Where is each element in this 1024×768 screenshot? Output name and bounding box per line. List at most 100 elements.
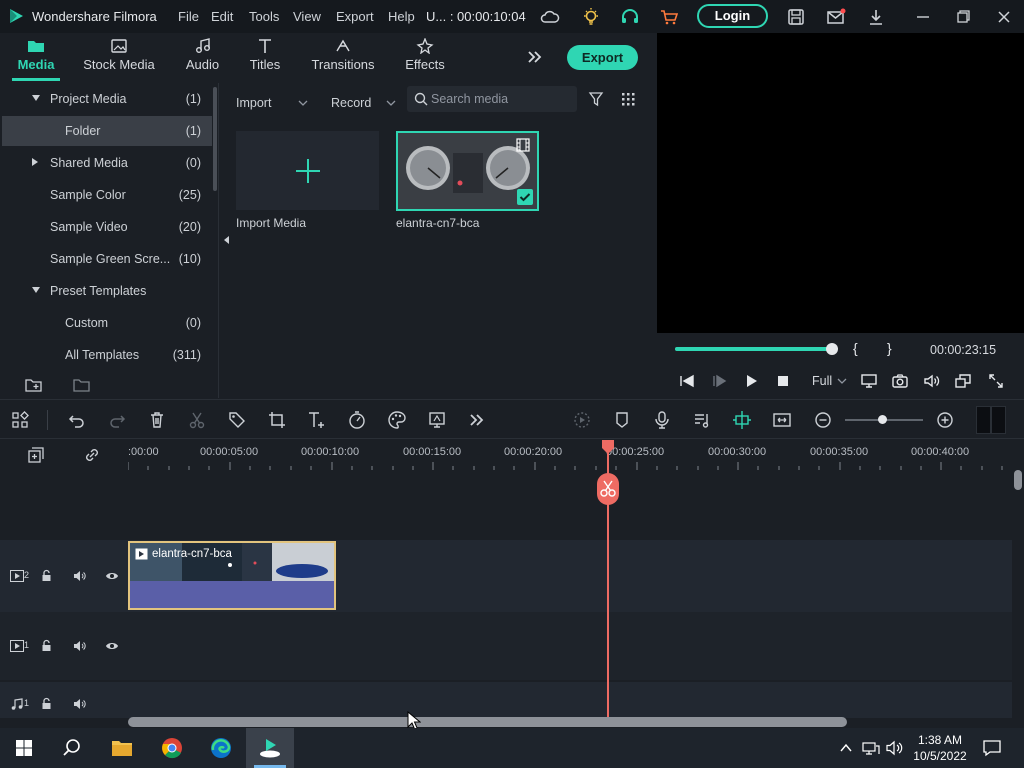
headset-icon[interactable] — [619, 6, 641, 28]
download-icon[interactable] — [865, 6, 887, 28]
microphone-icon[interactable] — [652, 410, 672, 430]
export-button[interactable]: Export — [567, 45, 638, 70]
lock-icon[interactable] — [41, 569, 53, 582]
taskbar-filmora-active[interactable] — [246, 728, 294, 768]
scissors-icon[interactable] — [187, 410, 207, 430]
more-tabs-icon[interactable] — [526, 48, 544, 66]
import-dropdown[interactable]: Import — [236, 90, 308, 116]
vertical-scrollbar[interactable] — [1014, 470, 1022, 490]
mail-icon[interactable] — [825, 6, 847, 28]
edge-icon[interactable] — [209, 736, 233, 760]
caret-down-icon[interactable] — [32, 287, 40, 293]
zoom-slider-track[interactable] — [845, 415, 923, 424]
cart-icon[interactable] — [658, 6, 680, 28]
tree-item-sample-video[interactable]: Sample Video (20) — [2, 212, 212, 242]
tree-item-all-templates[interactable]: All Templates (311) — [2, 340, 212, 370]
time-ruler[interactable]: :00:00 00:00:05:00 00:00:10:00 00:00:15:… — [128, 440, 1012, 474]
collapse-panel-icon[interactable] — [222, 235, 230, 245]
tab-audio[interactable]: Audio — [180, 33, 225, 81]
undo-icon[interactable] — [67, 410, 87, 430]
network-icon[interactable] — [862, 740, 880, 756]
save-icon[interactable] — [785, 6, 807, 28]
media-clip-thumbnail[interactable] — [396, 131, 539, 211]
menu-file[interactable]: File — [178, 9, 199, 24]
chrome-icon[interactable] — [160, 736, 184, 760]
minimize-icon[interactable] — [912, 6, 934, 28]
caret-right-icon[interactable] — [32, 158, 38, 166]
split-scissors-button[interactable] — [597, 473, 619, 505]
volume-icon[interactable] — [886, 740, 904, 756]
render-preview-icon[interactable] — [572, 410, 592, 430]
fit-timeline-icon[interactable] — [772, 410, 792, 430]
timeline-clip[interactable]: elantra-cn7-bca — [128, 541, 336, 610]
delete-icon[interactable] — [147, 410, 167, 430]
restore-icon[interactable] — [952, 6, 974, 28]
green-screen-icon[interactable] — [427, 410, 447, 430]
folder-outline-icon[interactable] — [73, 377, 91, 393]
menu-tools[interactable]: Tools — [249, 9, 279, 24]
menu-view[interactable]: View — [293, 9, 321, 24]
file-explorer-icon[interactable] — [110, 736, 134, 760]
record-dropdown[interactable]: Record — [331, 90, 396, 116]
close-icon[interactable] — [993, 6, 1015, 28]
login-button[interactable]: Login — [697, 4, 768, 28]
redo-icon[interactable] — [107, 410, 127, 430]
preview-progress-track[interactable] — [675, 343, 838, 355]
color-palette-icon[interactable] — [387, 410, 407, 430]
tree-item-preset-templates[interactable]: Preset Templates — [2, 276, 212, 306]
search-box[interactable] — [407, 86, 577, 112]
windows-start-icon[interactable] — [12, 736, 36, 760]
lock-icon[interactable] — [41, 697, 53, 710]
tree-item-sample-green-screen[interactable]: Sample Green Scre... (10) — [2, 244, 212, 274]
zoom-in-icon[interactable] — [935, 410, 955, 430]
tab-transitions[interactable]: Transitions — [308, 33, 378, 81]
zoom-slider-handle[interactable] — [878, 415, 887, 424]
caret-down-icon[interactable] — [32, 95, 40, 101]
eye-icon[interactable] — [105, 640, 119, 652]
speed-icon[interactable] — [347, 410, 367, 430]
bulb-icon[interactable] — [580, 6, 602, 28]
tree-item-project-media[interactable]: Project Media (1) — [2, 84, 212, 114]
chevron-up-icon[interactable] — [838, 740, 854, 756]
display-icon[interactable] — [860, 372, 878, 390]
next-frame-icon[interactable] — [710, 372, 728, 390]
tab-effects[interactable]: Effects — [400, 33, 450, 81]
new-folder-icon[interactable] — [25, 377, 43, 393]
tree-item-custom[interactable]: Custom (0) — [2, 308, 212, 338]
picture-in-picture-icon[interactable] — [954, 372, 972, 390]
grid-view-icon[interactable] — [620, 91, 636, 107]
snap-icon[interactable] — [732, 410, 752, 430]
menu-export[interactable]: Export — [336, 9, 374, 24]
preview-screen[interactable] — [657, 33, 1024, 333]
volume-icon[interactable] — [922, 372, 940, 390]
tree-item-shared-media[interactable]: Shared Media (0) — [2, 148, 212, 178]
menu-help[interactable]: Help — [388, 9, 415, 24]
filter-icon[interactable] — [588, 91, 604, 107]
audio-track-1[interactable] — [0, 682, 1012, 718]
link-icon[interactable] — [82, 445, 102, 465]
tree-scrollbar[interactable] — [213, 87, 217, 191]
crop-icon[interactable] — [267, 410, 287, 430]
add-text-icon[interactable] — [307, 410, 327, 430]
camera-icon[interactable] — [891, 372, 909, 390]
lock-icon[interactable] — [41, 639, 53, 652]
layout-icon[interactable] — [10, 410, 30, 430]
quality-select[interactable]: Full — [812, 374, 832, 388]
import-media-tile[interactable] — [236, 131, 379, 210]
speaker-icon[interactable] — [73, 640, 86, 652]
tree-item-sample-color[interactable]: Sample Color (25) — [2, 180, 212, 210]
tag-icon[interactable] — [227, 410, 247, 430]
playhead-handle[interactable] — [602, 440, 614, 454]
audio-mixer-icon[interactable] — [692, 410, 712, 430]
search-input[interactable] — [431, 89, 571, 109]
chevron-down-icon[interactable] — [837, 376, 847, 386]
mark-in-button[interactable]: { — [853, 340, 858, 356]
zoom-out-icon[interactable] — [813, 410, 833, 430]
panel-layout-toggle[interactable] — [976, 406, 1006, 434]
notification-icon[interactable] — [982, 739, 1002, 757]
horizontal-scrollbar[interactable] — [128, 717, 847, 727]
eye-icon[interactable] — [105, 570, 119, 582]
speaker-icon[interactable] — [73, 570, 86, 582]
tab-media[interactable]: Media — [12, 33, 60, 81]
tree-item-folder[interactable]: Folder (1) — [2, 116, 212, 146]
